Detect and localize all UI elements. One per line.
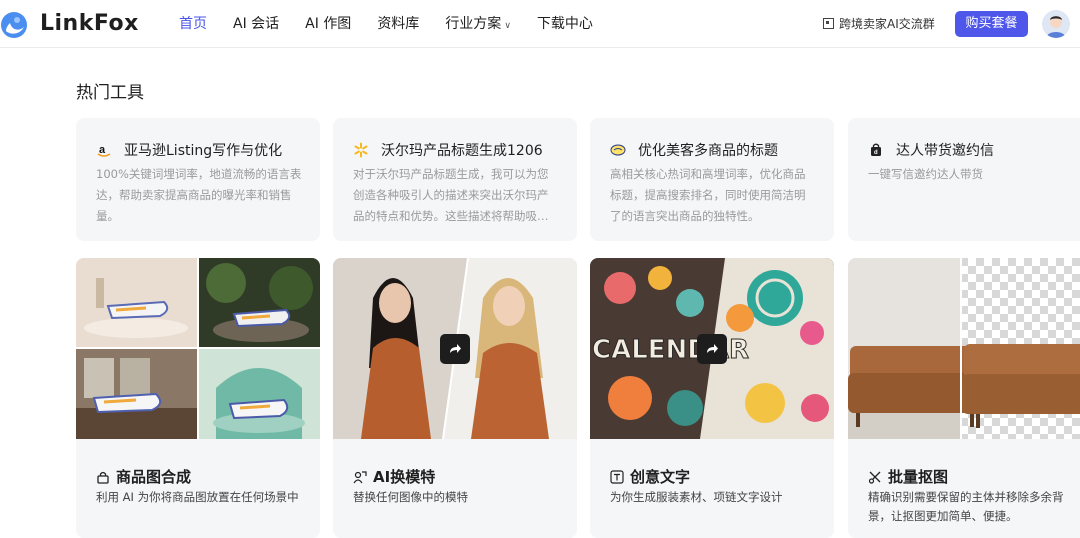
tool-card-head: d 达人带货邀约信: [868, 140, 1080, 160]
feature-title: 创意文字: [610, 466, 690, 487]
tool-card-walmart[interactable]: 沃尔玛产品标题生成1206 对于沃尔玛产品标题生成，我可以为您创造各种吸引人的描…: [333, 118, 577, 241]
chevron-down-icon: ∨: [504, 21, 511, 31]
tool-card-head: 优化美客多商品的标题: [610, 140, 824, 160]
tool-desc: 高相关核心热词和高埋词率，优化商品标题，提高搜索排名，同时使用简洁明了的语言突出…: [610, 167, 806, 223]
top-header: LinkFox 首页 AI 会话 AI 作图 资料库 行业方案 ∨ 下载中心 跨境…: [0, 0, 1080, 48]
feature-title-text: 商品图合成: [116, 468, 192, 486]
lock-icon: [96, 470, 110, 484]
feature-title-text: 批量抠图: [888, 468, 949, 486]
nav-home[interactable]: 首页: [179, 0, 207, 48]
feature-title-text: 创意文字: [630, 468, 691, 486]
tool-desc: 100%关键词埋词率，地道流畅的语言表达，帮助卖家提高商品的曝光率和销售量。: [96, 167, 302, 223]
creative-text-image: CALENDAR: [590, 258, 834, 439]
nav-ai-draw-label: AI 作图: [305, 16, 352, 32]
tool-card-head: 沃尔玛产品标题生成1206: [353, 140, 567, 160]
feature-desc: 利用 AI 为你将商品图放置在任何场景中: [96, 490, 299, 504]
tool-card-influencer[interactable]: d 达人带货邀约信 一键写信邀约达人带货: [848, 118, 1080, 241]
nav-industry-label: 行业方案: [445, 16, 502, 32]
logo[interactable]: LinkFox: [0, 9, 140, 39]
model-swap-icon: [353, 470, 367, 484]
nav-ai-chat[interactable]: AI 会话: [233, 0, 279, 48]
feature-title: 商品图合成: [96, 466, 191, 487]
community-label: 跨境卖家AI交流群: [839, 17, 935, 31]
nav-ai-chat-label: AI 会话: [233, 16, 280, 32]
nav-home-label: 首页: [179, 16, 207, 32]
text-icon: [610, 469, 624, 484]
brand-name: LinkFox: [40, 11, 139, 36]
feature-card-model-swap[interactable]: AI换模特 替换任何图像中的模特: [333, 258, 577, 538]
svg-text:a: a: [99, 144, 106, 156]
main-nav: 首页 AI 会话 AI 作图 资料库 行业方案 ∨ 下载中心: [179, 0, 619, 48]
avatar-icon: [1046, 16, 1066, 38]
feature-title: 批量抠图: [868, 466, 948, 487]
swap-arrow-icon: [697, 334, 727, 364]
feature-title: AI换模特: [353, 466, 435, 487]
feature-card-product-composite[interactable]: 商品图合成 利用 AI 为你将商品图放置在任何场景中: [76, 258, 320, 538]
svg-text:d: d: [874, 150, 878, 156]
qr-code-icon: [823, 18, 834, 29]
logo-mark-icon: [1, 12, 27, 38]
tool-desc: 对于沃尔玛产品标题生成，我可以为您创造各种吸引人的描述来突出沃尔玛产品的特点和优…: [353, 167, 549, 223]
tool-name: 沃尔玛产品标题生成1206: [381, 143, 543, 159]
meike-icon: [610, 142, 626, 158]
nav-download-label: 下载中心: [536, 16, 593, 32]
tool-name: 亚马逊Listing写作与优化: [124, 143, 283, 159]
buy-plan-button[interactable]: 购买套餐: [955, 11, 1028, 37]
feature-card-batch-cutout[interactable]: 批量抠图 精确识别需要保留的主体并移除多余背景，让抠图更加简单、便捷。: [848, 258, 1080, 538]
feature-desc: 替换任何图像中的模特: [353, 490, 468, 504]
nav-industry[interactable]: 行业方案 ∨: [445, 0, 511, 48]
community-link[interactable]: 跨境卖家AI交流群: [823, 0, 935, 48]
feature-desc: 精确识别需要保留的主体并移除多余背景，让抠图更加简单、便捷。: [868, 490, 1064, 523]
swap-arrow-icon: [440, 334, 470, 364]
tool-desc: 一键写信邀约达人带货: [868, 167, 983, 181]
section-title: 热门工具: [76, 83, 144, 103]
walmart-icon: [353, 142, 369, 158]
feature-title-text: AI换模特: [373, 468, 436, 486]
nav-ai-draw[interactable]: AI 作图: [305, 0, 351, 48]
amazon-icon: a: [96, 142, 112, 158]
tool-card-head: a 亚马逊Listing写作与优化: [96, 140, 310, 160]
feature-card-creative-text[interactable]: CALENDAR 创意文字 为你生成服装素材、项链文字设计: [590, 258, 834, 538]
nav-library[interactable]: 资料库: [377, 0, 419, 48]
tool-name: 达人带货邀约信: [896, 143, 994, 159]
batch-cutout-image: [848, 258, 1080, 439]
bag-icon: d: [868, 142, 884, 158]
nav-library-label: 资料库: [377, 16, 420, 32]
tool-card-meike[interactable]: 优化美客多商品的标题 高相关核心热词和高埋词率，优化商品标题，提高搜索排名，同时…: [590, 118, 834, 241]
feature-desc: 为你生成服装素材、项链文字设计: [610, 490, 783, 504]
nav-download[interactable]: 下载中心: [537, 0, 593, 48]
model-swap-image: [333, 258, 577, 439]
tool-name: 优化美客多商品的标题: [638, 143, 778, 159]
tool-card-amazon[interactable]: a 亚马逊Listing写作与优化 100%关键词埋词率，地道流畅的语言表达，帮…: [76, 118, 320, 241]
user-avatar[interactable]: [1042, 10, 1070, 38]
product-composite-image: [76, 258, 320, 439]
cutout-icon: [868, 470, 882, 484]
